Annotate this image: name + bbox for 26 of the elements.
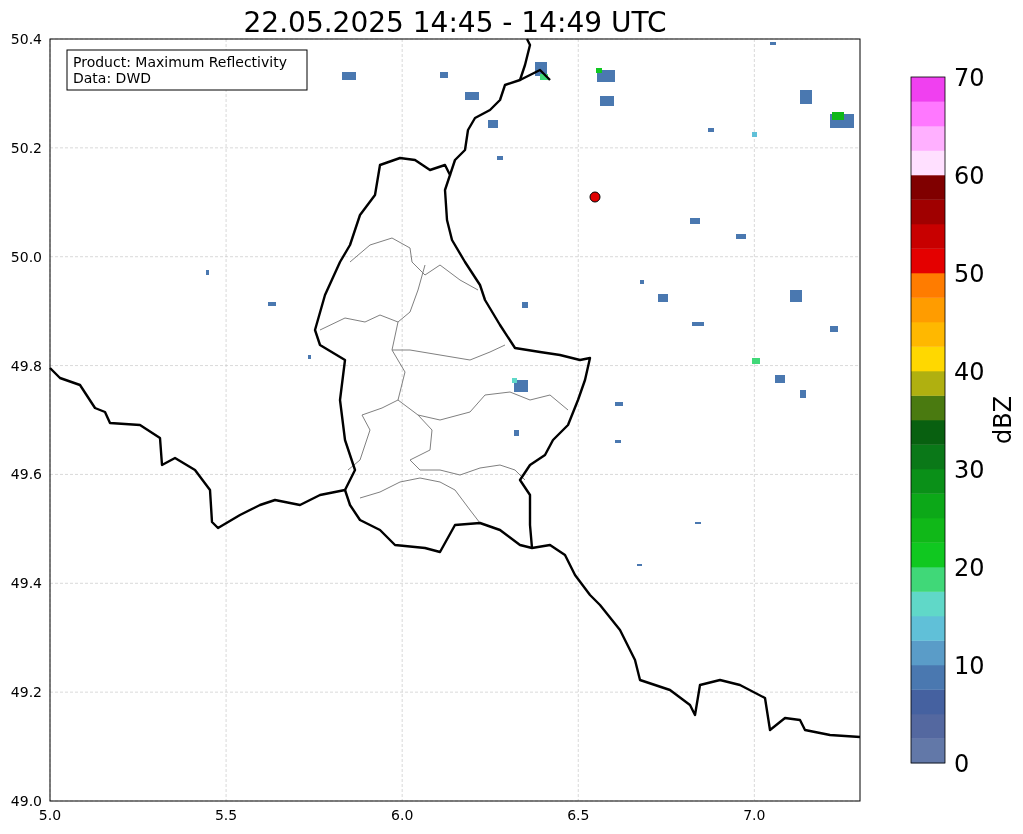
axis-tick-label: 6.5 [567, 807, 590, 823]
axis-tick-label: 5.5 [214, 807, 238, 823]
colorbar-label: dBZ [989, 395, 1017, 445]
chart-title: 22.05.2025 14:45 - 14:49 UTC [243, 6, 667, 39]
colorbar-tick-label: 20 [954, 554, 985, 582]
axis-tick-label: 50.2 [10, 139, 42, 156]
axis-tick-label: 49.6 [10, 466, 42, 483]
axis-tick-label: 5.0 [38, 807, 62, 823]
axis-tick-label: 49.0 [10, 793, 42, 809]
location-marker [589, 191, 601, 203]
legend-text: Data: DWD [73, 70, 151, 86]
colorbar-tick-label: 40 [954, 358, 985, 386]
colorbar-tick-label: 10 [954, 652, 985, 680]
axis-tick-label: 6.0 [391, 807, 414, 823]
axis-tick-label: 49.4 [10, 575, 42, 592]
axis-tick-label: 50.0 [10, 248, 42, 265]
colorbar-tick-label: 50 [954, 260, 985, 288]
axis-tick-label: 49.2 [10, 684, 42, 701]
colorbar-tick-label: 30 [954, 456, 985, 484]
colorbar-tick-label: 70 [954, 64, 985, 92]
colorbar-tick-label: 60 [954, 162, 985, 190]
axis-tick-label: 7.0 [743, 807, 766, 823]
colorbar-tick-label: 0 [954, 750, 970, 778]
axis-tick-label: 50.4 [10, 31, 42, 47]
legend-text: Product: Maximum Reflectivity [73, 54, 287, 70]
axis-tick-label: 49.8 [10, 357, 42, 374]
